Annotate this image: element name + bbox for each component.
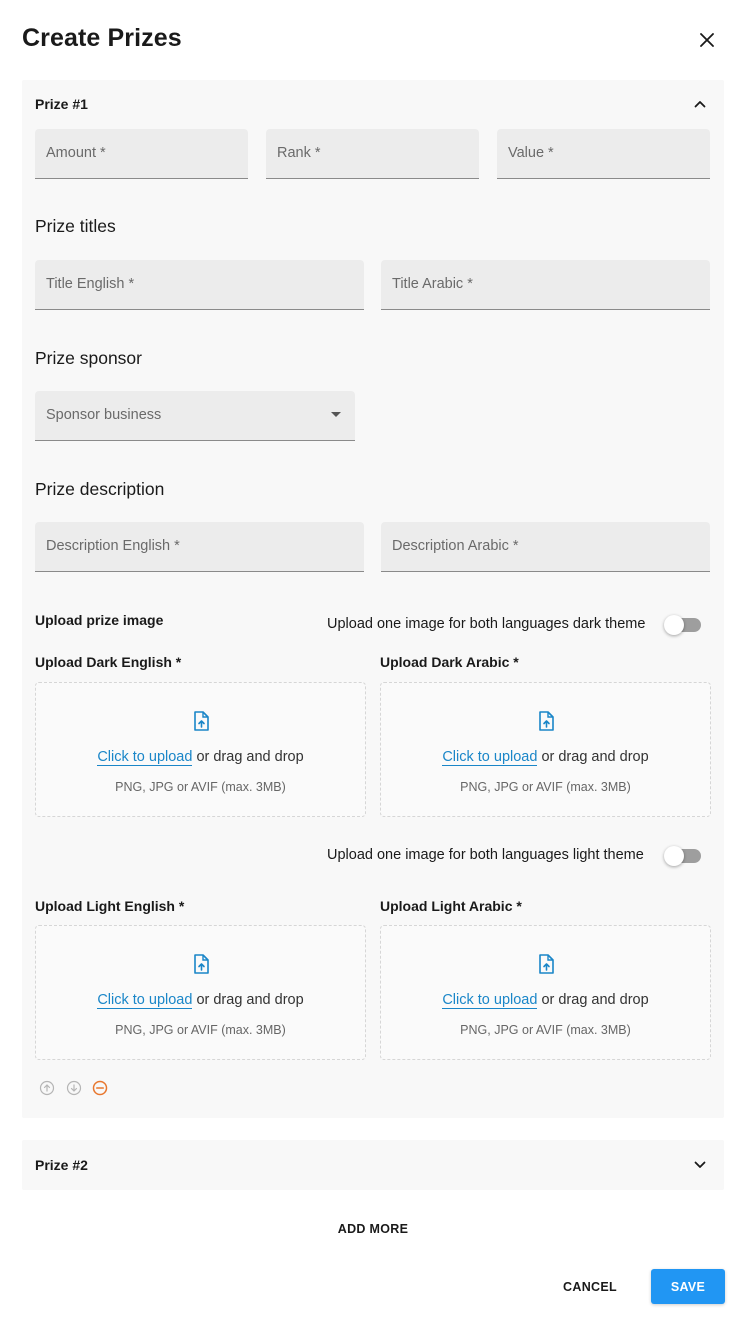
value-input[interactable]: Value * bbox=[497, 129, 710, 179]
amount-placeholder: Amount * bbox=[46, 145, 106, 161]
click-to-upload-link[interactable]: Click to upload bbox=[97, 749, 193, 766]
dropzone-light-english[interactable]: Click to upload or drag and drop PNG, JP… bbox=[35, 925, 366, 1060]
close-icon[interactable] bbox=[700, 33, 714, 47]
prize-2-header[interactable]: Prize #2 bbox=[35, 1157, 88, 1173]
file-hint: PNG, JPG or AVIF (max. 3MB) bbox=[460, 1023, 631, 1037]
file-upload-icon bbox=[538, 954, 554, 974]
light-theme-toggle[interactable] bbox=[664, 846, 701, 866]
toggle-knob bbox=[664, 615, 684, 635]
rank-placeholder: Rank * bbox=[277, 145, 321, 161]
prize-panel-2[interactable]: Prize #2 bbox=[22, 1140, 724, 1190]
description-arabic-placeholder: Description Arabic * bbox=[392, 538, 519, 554]
save-button[interactable]: SAVE bbox=[651, 1269, 725, 1304]
title-english-input[interactable]: Title English * bbox=[35, 260, 364, 310]
upload-dark-english-label: Upload Dark English * bbox=[35, 654, 182, 670]
remove-icon[interactable] bbox=[92, 1080, 108, 1096]
drag-drop-text: or drag and drop bbox=[192, 749, 304, 765]
drag-drop-text: or drag and drop bbox=[537, 749, 649, 765]
upload-light-english-label: Upload Light English * bbox=[35, 898, 185, 914]
amount-input[interactable]: Amount * bbox=[35, 129, 248, 179]
prize-description-heading: Prize description bbox=[35, 479, 165, 499]
collapse-button[interactable] bbox=[692, 96, 708, 112]
dropzone-dark-arabic[interactable]: Click to upload or drag and drop PNG, JP… bbox=[380, 682, 711, 817]
dark-theme-toggle[interactable] bbox=[664, 615, 701, 635]
close-button[interactable] bbox=[694, 27, 720, 53]
prize-titles-heading: Prize titles bbox=[35, 216, 116, 236]
prize-panel-1: Prize #1 Amount * Rank * Value * Prize t… bbox=[22, 80, 724, 1118]
title-english-placeholder: Title English * bbox=[46, 276, 135, 292]
drag-drop-text: or drag and drop bbox=[537, 992, 649, 1008]
upload-prize-image-heading: Upload prize image bbox=[35, 612, 164, 628]
title-arabic-placeholder: Title Arabic * bbox=[392, 276, 473, 292]
move-down-icon[interactable] bbox=[66, 1080, 82, 1096]
upload-dark-arabic-label: Upload Dark Arabic * bbox=[380, 654, 519, 670]
click-to-upload-link[interactable]: Click to upload bbox=[442, 992, 538, 1009]
dialog-title: Create Prizes bbox=[22, 24, 182, 52]
light-theme-toggle-label: Upload one image for both languages ligh… bbox=[327, 847, 644, 863]
sponsor-business-select[interactable]: Sponsor business bbox=[35, 391, 355, 441]
file-hint: PNG, JPG or AVIF (max. 3MB) bbox=[460, 780, 631, 794]
toggle-knob bbox=[664, 846, 684, 866]
description-english-input[interactable]: Description English * bbox=[35, 522, 364, 572]
file-upload-icon bbox=[193, 954, 209, 974]
add-more-button[interactable]: ADD MORE bbox=[0, 1222, 746, 1236]
prize-sponsor-heading: Prize sponsor bbox=[35, 348, 142, 368]
description-english-placeholder: Description English * bbox=[46, 538, 180, 554]
description-arabic-input[interactable]: Description Arabic * bbox=[381, 522, 710, 572]
click-to-upload-link[interactable]: Click to upload bbox=[442, 749, 538, 766]
upload-light-arabic-label: Upload Light Arabic * bbox=[380, 898, 522, 914]
file-hint: PNG, JPG or AVIF (max. 3MB) bbox=[115, 1023, 286, 1037]
drag-drop-text: or drag and drop bbox=[192, 992, 304, 1008]
move-up-icon[interactable] bbox=[39, 1080, 55, 1096]
value-placeholder: Value * bbox=[508, 145, 554, 161]
dropdown-arrow-icon bbox=[331, 412, 341, 417]
rank-input[interactable]: Rank * bbox=[266, 129, 479, 179]
cancel-button[interactable]: CANCEL bbox=[555, 1270, 625, 1304]
file-hint: PNG, JPG or AVIF (max. 3MB) bbox=[115, 780, 286, 794]
file-upload-icon bbox=[538, 711, 554, 731]
expand-button[interactable] bbox=[692, 1157, 708, 1173]
dark-theme-toggle-label: Upload one image for both languages dark… bbox=[327, 616, 646, 632]
chevron-down-icon[interactable] bbox=[694, 1161, 706, 1169]
prize-1-header[interactable]: Prize #1 bbox=[35, 96, 88, 112]
title-arabic-input[interactable]: Title Arabic * bbox=[381, 260, 710, 310]
click-to-upload-link[interactable]: Click to upload bbox=[97, 992, 193, 1009]
chevron-up-icon[interactable] bbox=[694, 100, 706, 108]
dropzone-dark-english[interactable]: Click to upload or drag and drop PNG, JP… bbox=[35, 682, 366, 817]
file-upload-icon bbox=[193, 711, 209, 731]
dropzone-light-arabic[interactable]: Click to upload or drag and drop PNG, JP… bbox=[380, 925, 711, 1060]
sponsor-business-label: Sponsor business bbox=[46, 407, 162, 423]
